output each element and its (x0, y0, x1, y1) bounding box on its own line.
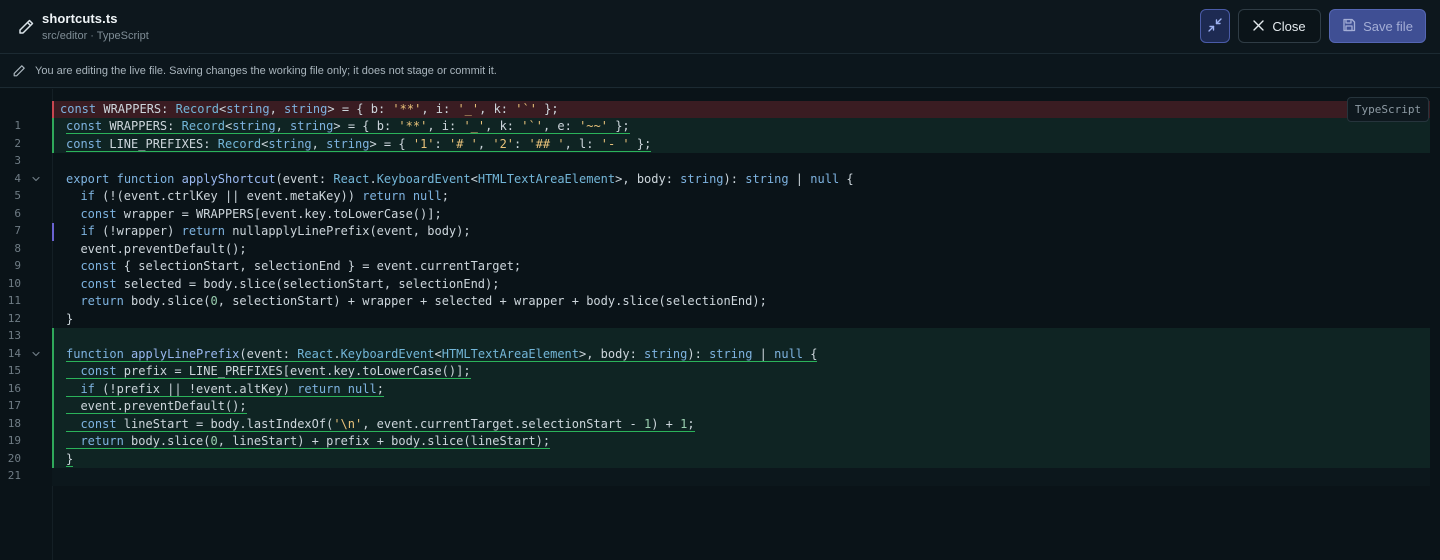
line-number: 5 (14, 189, 21, 202)
collapse-button[interactable] (1200, 9, 1230, 43)
code-line[interactable]: 5 if (!(event.ctrlKey || event.metaKey))… (0, 188, 1440, 206)
line-number: 8 (14, 241, 21, 255)
line-number: 7 (14, 224, 21, 237)
code-text: } (66, 451, 74, 467)
code-text: const LINE_PREFIXES: Record<string, stri… (66, 136, 652, 152)
removed-marker (52, 100, 54, 118)
pencil-icon (17, 18, 35, 36)
code-line[interactable]: 18 const lineStart = body.lastIndexOf('\… (0, 415, 1440, 434)
added-marker (52, 433, 54, 451)
line-number: 12 (7, 311, 21, 325)
code-text: export function applyShortcut(event: Rea… (66, 171, 854, 186)
code-text: function applyLinePrefix(event: React.Ke… (66, 346, 818, 362)
line-number: 13 (7, 329, 21, 342)
code-line[interactable]: 16 if (!prefix || !event.altKey) return … (0, 380, 1440, 399)
line-highlight (52, 328, 1430, 346)
code-text: if (!prefix || !event.altKey) return nul… (66, 381, 384, 399)
code-line[interactable]: 11 return body.slice(0, selectionStart) … (0, 293, 1440, 311)
added-marker (52, 118, 54, 136)
pencil-icon (12, 64, 26, 78)
code-text: if (!wrapper) return nullapplyLinePrefix… (80, 224, 471, 238)
code-line[interactable]: 19 return body.slice(0, lineStart) + pre… (0, 433, 1440, 451)
file-title: shortcuts.ts (42, 11, 118, 26)
save-icon (1342, 18, 1356, 35)
code-line[interactable]: 1 const WRAPPERS: Record<string, string> … (0, 118, 1440, 136)
line-number: 6 (14, 206, 21, 220)
line-number: 17 (7, 399, 21, 412)
line-number: 2 (14, 136, 21, 150)
added-marker (52, 363, 54, 381)
line-number: 19 (7, 434, 21, 447)
modified-marker (52, 223, 54, 241)
line-number: 18 (7, 416, 21, 430)
line-number: 4 (14, 171, 21, 185)
code-line[interactable]: 21 (0, 468, 1440, 486)
code-line[interactable]: 2 const LINE_PREFIXES: Record<string, str… (0, 135, 1440, 153)
code-text: } (66, 311, 74, 326)
code-editor[interactable]: const WRAPPERS: Record<string, string> =… (0, 89, 1440, 560)
minimize-icon (1208, 17, 1222, 35)
save-button-label: Save file (1363, 18, 1413, 34)
notice-text: You are editing the live file. Saving ch… (35, 65, 497, 77)
code-text: return body.slice(0, selectionStart) + w… (80, 294, 767, 308)
code-line[interactable]: 7 if (!wrapper) return nullapplyLinePref… (0, 223, 1440, 241)
added-marker (52, 328, 54, 346)
line-number: 1 (14, 119, 21, 132)
line-highlight (52, 398, 1430, 416)
code-text: const { selectionStart, selectionEnd } =… (80, 259, 522, 273)
code-line[interactable]: 20} (0, 450, 1440, 468)
code-line[interactable]: 15 const prefix = LINE_PREFIXES[event.ke… (0, 363, 1440, 381)
code-text: const wrapper = WRAPPERS[event.key.toLow… (80, 206, 442, 221)
code-line[interactable]: 9 const { selectionStart, selectionEnd }… (0, 258, 1440, 276)
code-text: event.preventDefault(); (66, 399, 247, 414)
added-marker (52, 398, 54, 416)
close-icon (1253, 19, 1265, 34)
code-line[interactable]: 17 event.preventDefault(); (0, 398, 1440, 416)
added-marker (52, 415, 54, 433)
line-number: 20 (7, 451, 21, 465)
code-text: return body.slice(0, lineStart) + prefix… (66, 433, 551, 451)
code-text: const selected = body.slice(selectionSta… (80, 276, 500, 291)
code-line[interactable]: 13 (0, 328, 1440, 346)
code-text: const lineStart = body.lastIndexOf('\n',… (66, 416, 695, 434)
code-line[interactable]: 3 (0, 153, 1440, 171)
added-marker (52, 450, 54, 468)
added-marker (52, 345, 54, 363)
code-line[interactable]: 4 export function applyShortcut(event: Re… (0, 171, 1440, 189)
code-line[interactable]: 8 event.preventDefault(); (0, 241, 1440, 259)
file-subtitle: src/editor · TypeScript (42, 30, 149, 42)
code-line[interactable]: 10 const selected = body.slice(selection… (0, 276, 1440, 294)
code-text: if (!(event.ctrlKey || event.metaKey)) r… (80, 189, 449, 203)
close-button[interactable]: Close (1238, 9, 1321, 43)
code-line[interactable]: 12} (0, 311, 1440, 329)
added-marker (52, 135, 54, 153)
line-number: 9 (14, 259, 21, 272)
code-line[interactable]: 6 const wrapper = WRAPPERS[event.key.toL… (0, 206, 1440, 224)
live-edit-notice: You are editing the live file. Saving ch… (0, 54, 1440, 88)
code-text: event.preventDefault(); (66, 241, 247, 256)
added-marker (52, 380, 54, 398)
code-text: const WRAPPERS: Record<string, string> =… (60, 101, 559, 116)
code-text: const prefix = LINE_PREFIXES[event.key.t… (66, 363, 471, 381)
line-number: 10 (7, 276, 21, 290)
language-badge: TypeScript (1347, 97, 1429, 122)
line-number: 16 (7, 381, 21, 395)
line-number: 14 (7, 346, 21, 360)
code-line[interactable]: 14 function applyLinePrefix(event: React.… (0, 345, 1440, 363)
line-highlight (52, 450, 1430, 468)
line-highlight (52, 468, 1430, 486)
line-number: 21 (7, 469, 21, 482)
fold-chevron-icon[interactable] (31, 172, 41, 184)
fold-chevron-icon[interactable] (31, 347, 41, 359)
line-number: 15 (7, 364, 21, 377)
code-text: const WRAPPERS: Record<string, string> =… (66, 119, 630, 134)
editor-header: shortcuts.ts src/editor · TypeScript Clo… (0, 0, 1440, 54)
line-number: 11 (7, 294, 21, 307)
line-number: 3 (14, 154, 21, 167)
close-button-label: Close (1272, 18, 1306, 34)
code-line[interactable]: const WRAPPERS: Record<string, string> =… (0, 100, 1440, 118)
save-file-button[interactable]: Save file (1329, 9, 1426, 43)
